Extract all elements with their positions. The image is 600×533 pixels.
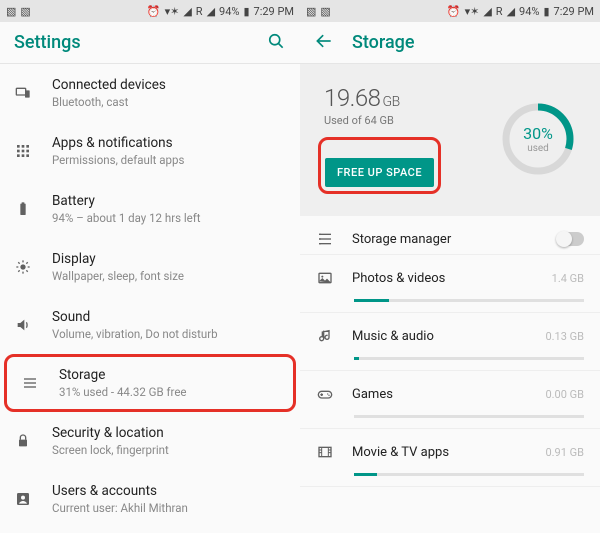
settings-item-title: Storage	[59, 367, 279, 383]
storage-category-photos[interactable]: Photos & videos 1.4 GB	[300, 255, 600, 313]
used-gb-value: 19.68	[324, 84, 381, 112]
settings-item-subtitle: 94% – about 1 day 12 hrs left	[52, 211, 286, 225]
app-bar-settings: Settings	[0, 22, 300, 64]
settings-item-subtitle: Volume, vibration, Do not disturb	[52, 327, 286, 341]
settings-item-subtitle: Current user: Akhil Mithran	[52, 501, 286, 515]
settings-list: Connected devices Bluetooth, cast Apps & n…	[0, 64, 300, 533]
music-icon	[316, 327, 334, 345]
settings-item-title: Display	[52, 251, 286, 267]
settings-item-devices[interactable]: Connected devices Bluetooth, cast	[0, 64, 300, 122]
settings-item-sound[interactable]: Sound Volume, vibration, Do not disturb	[0, 296, 300, 354]
page-title: Settings	[14, 32, 248, 53]
storage-category-games[interactable]: Games 0.00 GB	[300, 371, 600, 429]
app-bar-storage: Storage	[300, 22, 600, 64]
movies-icon	[316, 443, 334, 461]
devices-icon	[14, 84, 32, 102]
settings-item-battery[interactable]: Battery 94% – about 1 day 12 hrs left	[0, 180, 300, 238]
settings-item-title: Sound	[52, 309, 286, 325]
storage-pane: ▧ ▧ ⏰ ▾✶ ◢ R ◢ 94% ▮ 7:29 PM Storage 19.…	[300, 0, 600, 533]
battery-pct: 94%	[519, 5, 539, 18]
category-progress	[354, 415, 584, 418]
settings-item-users[interactable]: Users & accounts Current user: Akhil Mith…	[0, 470, 300, 528]
photos-icon	[316, 269, 334, 287]
apps-icon	[14, 142, 32, 160]
wifi-off-icon: ▾✶	[165, 5, 180, 18]
roaming-label: R	[496, 5, 503, 18]
category-label: Movie & TV apps	[352, 445, 527, 460]
settings-item-subtitle: Bluetooth, cast	[52, 95, 286, 109]
picture-icon: ▧	[6, 5, 16, 18]
settings-item-subtitle: Screen lock, fingerprint	[52, 443, 286, 457]
picture-icon: ▧	[20, 5, 30, 18]
storage-category-movies[interactable]: Movie & TV apps 0.91 GB	[300, 429, 600, 487]
settings-item-security[interactable]: Security & location Screen lock, fingerpr…	[0, 412, 300, 470]
storage-categories: Photos & videos 1.4 GB Music & audio 0.13 G…	[300, 255, 600, 487]
category-progress	[354, 299, 584, 302]
storage-category-music[interactable]: Music & audio 0.13 GB	[300, 313, 600, 371]
battery-pct: 94%	[219, 5, 239, 18]
storage-manager-label: Storage manager	[352, 232, 540, 247]
used-gb-unit: GB	[383, 94, 400, 110]
settings-item-storage[interactable]: Storage 31% used - 44.32 GB free	[4, 354, 296, 412]
clock: 7:29 PM	[254, 5, 294, 18]
settings-pane: ▧ ▧ ⏰ ▾✶ ◢ R ◢ 94% ▮ 7:29 PM Settings Co…	[0, 0, 300, 533]
settings-item-apps[interactable]: Apps & notifications Permissions, default…	[0, 122, 300, 180]
settings-item-subtitle: Permissions, default apps	[52, 153, 286, 167]
roaming-label: R	[196, 5, 203, 18]
signal-icon: ◢	[507, 5, 515, 18]
users-icon	[14, 490, 32, 508]
alarm-icon: ⏰	[147, 5, 161, 18]
category-value: 0.00 GB	[545, 388, 584, 401]
storage-icon	[21, 374, 39, 392]
settings-item-title: Users & accounts	[52, 483, 286, 499]
page-title: Storage	[352, 32, 586, 53]
divider	[300, 486, 600, 487]
signal-icon: ◢	[207, 5, 215, 18]
storage-manager-row[interactable]: Storage manager	[300, 216, 600, 254]
games-icon	[316, 385, 334, 403]
category-value: 1.4 GB	[552, 272, 584, 285]
sound-icon	[14, 316, 32, 334]
category-progress	[354, 357, 584, 360]
status-bar-left: ▧ ▧ ⏰ ▾✶ ◢ R ◢ 94% ▮ 7:29 PM	[0, 0, 300, 22]
battery-icon	[14, 200, 32, 218]
free-up-highlight: FREE UP SPACE	[318, 137, 441, 194]
battery-icon: ▮	[243, 5, 249, 18]
clock: 7:29 PM	[554, 5, 594, 18]
picture-icon: ▧	[320, 5, 330, 18]
storage-summary: 19.68GB Used of 64 GB FREE UP SPACE 30% …	[300, 64, 600, 216]
free-up-space-button[interactable]: FREE UP SPACE	[325, 158, 434, 187]
category-value: 0.13 GB	[545, 330, 584, 343]
settings-item-accessibility[interactable]: AccessibilityScreen readers, display, in…	[0, 528, 300, 533]
search-icon[interactable]	[266, 31, 286, 55]
display-icon	[14, 258, 32, 276]
category-progress	[354, 473, 584, 476]
battery-icon: ▮	[543, 5, 549, 18]
usage-donut: 30% used	[500, 101, 576, 177]
donut-label: used	[527, 143, 549, 154]
category-label: Games	[352, 387, 527, 402]
settings-item-title: Battery	[52, 193, 286, 209]
donut-percent: 30%	[523, 124, 553, 143]
settings-item-title: Connected devices	[52, 77, 286, 93]
alarm-icon: ⏰	[447, 5, 461, 18]
security-icon	[14, 432, 32, 450]
signal-icon: ◢	[483, 5, 491, 18]
status-bar-right: ▧ ▧ ⏰ ▾✶ ◢ R ◢ 94% ▮ 7:29 PM	[300, 0, 600, 22]
settings-item-subtitle: Wallpaper, sleep, font size	[52, 269, 286, 283]
storage-manager-icon	[316, 230, 334, 248]
category-label: Music & audio	[352, 329, 527, 344]
settings-item-subtitle: 31% used - 44.32 GB free	[59, 385, 279, 399]
settings-item-display[interactable]: Display Wallpaper, sleep, font size	[0, 238, 300, 296]
category-label: Photos & videos	[352, 271, 534, 286]
category-value: 0.91 GB	[545, 446, 584, 459]
settings-item-title: Apps & notifications	[52, 135, 286, 151]
used-of-label: Used of 64 GB	[324, 114, 500, 127]
signal-icon: ◢	[183, 5, 191, 18]
storage-manager-toggle[interactable]	[558, 232, 584, 246]
wifi-off-icon: ▾✶	[465, 5, 480, 18]
picture-icon: ▧	[306, 5, 316, 18]
back-icon[interactable]	[314, 31, 334, 55]
settings-item-title: Security & location	[52, 425, 286, 441]
